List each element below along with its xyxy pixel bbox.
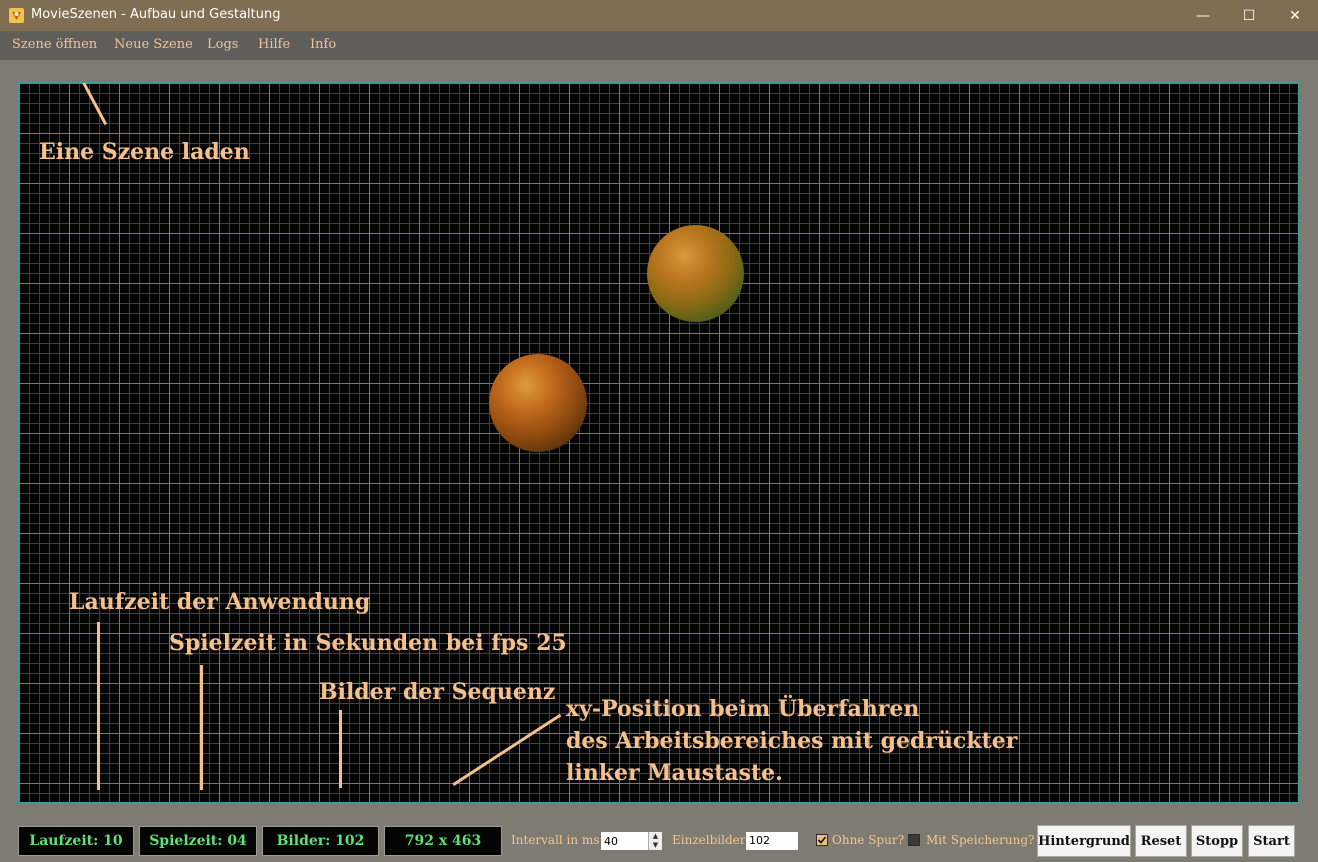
minimize-icon: — — [1196, 7, 1210, 24]
close-icon: ✕ — [1289, 7, 1301, 24]
maximize-icon: ☐ — [1242, 7, 1256, 24]
annotation-runtime: Laufzeit der Anwendung — [69, 589, 371, 615]
stop-button[interactable]: Stopp — [1191, 825, 1243, 857]
menu-help[interactable]: Hilfe — [258, 37, 290, 52]
sphere-lower — [489, 354, 587, 452]
annotation-xy-line3: linker Maustaste. — [566, 760, 783, 786]
annotation-xy-line1: xy-Position beim Überfahren — [566, 696, 920, 722]
no-trace-label: Ohne Spur? — [832, 833, 905, 847]
title-bar: MovieSzenen - Aufbau und Gestaltung — ☐ … — [0, 0, 1318, 31]
single-frames-field[interactable]: 102 — [745, 831, 799, 851]
single-frames-label: Einzelbilder: — [672, 833, 750, 847]
menu-info[interactable]: Info — [310, 37, 336, 52]
annotation-xy-line2: des Arbeitsbereiches mit gedrückter — [566, 728, 1018, 754]
annotation-pointer-load — [81, 83, 108, 126]
interval-input[interactable] — [602, 833, 652, 849]
no-trace-checkbox[interactable] — [816, 834, 828, 846]
menu-open-scene[interactable]: Szene öffnen — [12, 37, 97, 52]
playtime-display: Spielzeit: 04 — [139, 826, 257, 856]
maximize-button[interactable]: ☐ — [1226, 0, 1272, 31]
spin-down-icon[interactable]: ▼ — [648, 841, 662, 850]
window-title: MovieSzenen - Aufbau und Gestaltung — [31, 7, 281, 22]
interval-label: Intervall in ms: — [511, 833, 604, 847]
annotation-load-scene: Eine Szene laden — [39, 139, 250, 165]
app-icon — [9, 8, 24, 23]
xy-position-display: 792 x 463 — [384, 826, 502, 856]
frames-display: Bilder: 102 — [262, 826, 379, 856]
start-button[interactable]: Start — [1248, 825, 1295, 857]
reset-button[interactable]: Reset — [1135, 825, 1187, 857]
close-button[interactable]: ✕ — [1272, 0, 1318, 31]
spin-up-icon[interactable]: ▲ — [648, 832, 662, 841]
checkmark-icon — [817, 836, 827, 844]
annotation-pointer-playtime — [200, 665, 203, 790]
menu-logs[interactable]: Logs — [207, 37, 238, 52]
sphere-upper — [647, 225, 744, 322]
with-save-label: Mit Speicherung? — [926, 833, 1035, 847]
status-bar: Laufzeit: 10 Spielzeit: 04 Bilder: 102 7… — [0, 818, 1318, 862]
menu-bar: Szene öffnen Neue Szene Logs Hilfe Info — [0, 31, 1318, 60]
annotation-playtime: Spielzeit in Sekunden bei fps 25 — [169, 630, 567, 656]
background-button[interactable]: Hintergrund — [1037, 825, 1131, 857]
annotation-frames: Bilder der Sequenz — [319, 679, 556, 705]
interval-stepper[interactable]: ▲ ▼ — [600, 831, 663, 851]
annotation-pointer-runtime — [97, 622, 100, 790]
annotation-pointer-xy — [452, 713, 562, 786]
minimize-button[interactable]: — — [1180, 0, 1226, 31]
with-save-checkbox[interactable] — [908, 834, 920, 846]
work-canvas[interactable]: Eine Szene laden Laufzeit der Anwendung … — [18, 82, 1299, 803]
menu-new-scene[interactable]: Neue Szene — [114, 37, 193, 52]
runtime-display: Laufzeit: 10 — [18, 826, 134, 856]
annotation-pointer-frames — [339, 710, 342, 788]
